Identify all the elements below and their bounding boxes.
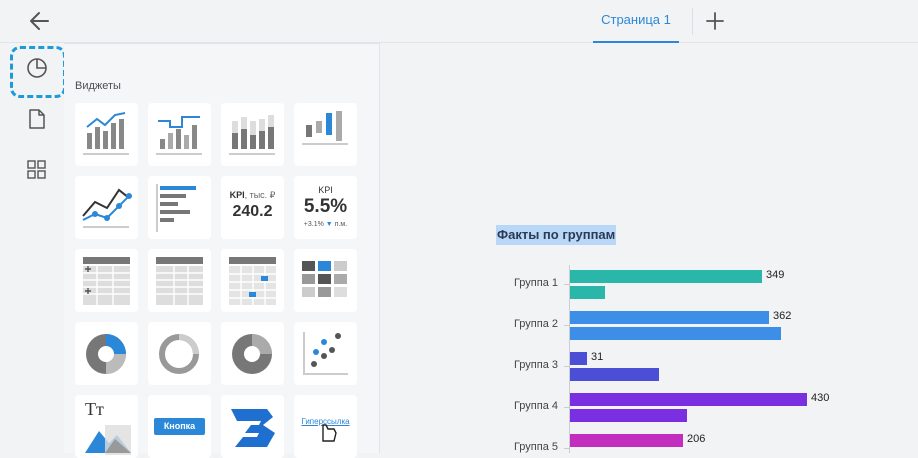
data-label: 349 xyxy=(766,269,785,281)
widget-scatter-plot[interactable] xyxy=(294,322,357,385)
widget-pie-chart[interactable] xyxy=(75,322,138,385)
widget-line-bar-chart[interactable] xyxy=(75,103,138,166)
widget-line-chart[interactable] xyxy=(75,176,138,239)
widget-text-image[interactable]: Тт xyxy=(75,395,138,458)
tab-page-1[interactable]: Страница 1 xyxy=(593,0,679,43)
ring-chart-icon xyxy=(232,334,272,374)
sidebar-item-widgets[interactable] xyxy=(10,42,66,94)
panel-title: Виджеты xyxy=(75,80,121,92)
data-label: 362 xyxy=(773,310,792,322)
bar[interactable] xyxy=(570,368,659,381)
bar[interactable] xyxy=(570,409,687,422)
hand-pointer-icon xyxy=(322,424,337,442)
widget-kpi-value[interactable]: KPI, тыс. ₽ 240.2 xyxy=(221,176,284,239)
axis-tick xyxy=(564,284,569,285)
axis-tick xyxy=(564,407,569,408)
bar[interactable] xyxy=(570,327,781,340)
triangle-down-icon: ▼ xyxy=(325,221,333,228)
bar[interactable] xyxy=(570,286,605,299)
kpi1-value: 240.2 xyxy=(232,203,273,220)
calendar-table-icon xyxy=(229,257,276,305)
kpi2-caption: KPI xyxy=(318,185,333,195)
sidebar-item-layouts[interactable] xyxy=(10,143,66,195)
widget-pivot-table[interactable] xyxy=(75,249,138,312)
category-label: Группа 2 xyxy=(513,318,558,330)
kpi2-value: 5.5% xyxy=(303,196,348,217)
widget-logo[interactable] xyxy=(221,395,284,458)
pie-chart-widget-icon xyxy=(86,334,126,374)
widget-horizontal-bar-chart[interactable] xyxy=(148,176,211,239)
image-icon xyxy=(85,425,131,455)
bar[interactable] xyxy=(570,270,762,283)
add-page-button[interactable] xyxy=(702,8,728,34)
widget-hyperlink[interactable]: Гиперссылка xyxy=(294,395,357,458)
document-icon xyxy=(29,109,45,129)
kpi2-delta: +3.1% ▼ п.м. xyxy=(303,221,348,228)
widget-donut-chart[interactable] xyxy=(148,322,211,385)
kpi1-caption: KPI, тыс. ₽ xyxy=(229,190,276,200)
heatmap-icon xyxy=(302,261,347,297)
grid-icon xyxy=(27,160,46,179)
stacked-bar-chart-icon xyxy=(229,115,275,155)
bar[interactable] xyxy=(570,434,683,447)
pivot-table-icon xyxy=(83,257,130,305)
bar[interactable] xyxy=(570,311,769,324)
widget-waterfall-chart[interactable] xyxy=(294,103,357,166)
step-bar-chart-icon xyxy=(156,116,202,155)
data-label: 31 xyxy=(591,351,604,363)
category-label: Группа 1 xyxy=(513,277,558,289)
line-bar-chart-icon xyxy=(83,112,129,155)
category-label: Группа 4 xyxy=(513,400,558,412)
widget-kpi-delta[interactable]: KPI 5.5% +3.1% ▼ п.м. xyxy=(294,176,357,239)
sidebar-item-pages[interactable] xyxy=(10,94,66,146)
back-button[interactable] xyxy=(26,8,54,34)
arrow-left-icon xyxy=(30,12,49,30)
data-label: 430 xyxy=(811,392,830,404)
axis-tick xyxy=(564,448,569,449)
category-label: Группа 5 xyxy=(513,441,558,453)
widget-table[interactable] xyxy=(148,249,211,312)
waterfall-chart-icon xyxy=(302,111,348,145)
plus-icon xyxy=(706,12,724,30)
button-widget-sample: Кнопка xyxy=(154,418,205,435)
chart-title[interactable]: Факты по группам xyxy=(496,225,617,245)
axis-tick xyxy=(564,366,569,367)
horizontal-bar-chart-icon xyxy=(156,184,196,232)
dashboard-canvas xyxy=(381,43,918,453)
category-label: Группа 3 xyxy=(513,359,558,371)
pie-chart-icon xyxy=(27,58,47,78)
line-chart-icon xyxy=(82,188,132,228)
donut-chart-icon xyxy=(159,334,199,374)
widget-ring-chart[interactable] xyxy=(221,322,284,385)
top-bar: Страница 1 xyxy=(0,0,918,43)
widget-step-bar-chart[interactable] xyxy=(148,103,211,166)
widget-heatmap[interactable] xyxy=(294,249,357,312)
logo-icon xyxy=(231,409,275,447)
table-icon xyxy=(156,257,203,305)
data-label: 206 xyxy=(687,433,706,445)
widget-button[interactable]: Кнопка xyxy=(148,395,211,458)
tab-divider xyxy=(692,8,693,35)
bar[interactable] xyxy=(570,352,587,365)
scatter-plot-icon xyxy=(303,332,348,375)
widget-calendar-table[interactable] xyxy=(221,249,284,312)
axis-tick xyxy=(564,325,569,326)
widget-stacked-bar-chart[interactable] xyxy=(221,103,284,166)
bar[interactable] xyxy=(570,393,807,406)
